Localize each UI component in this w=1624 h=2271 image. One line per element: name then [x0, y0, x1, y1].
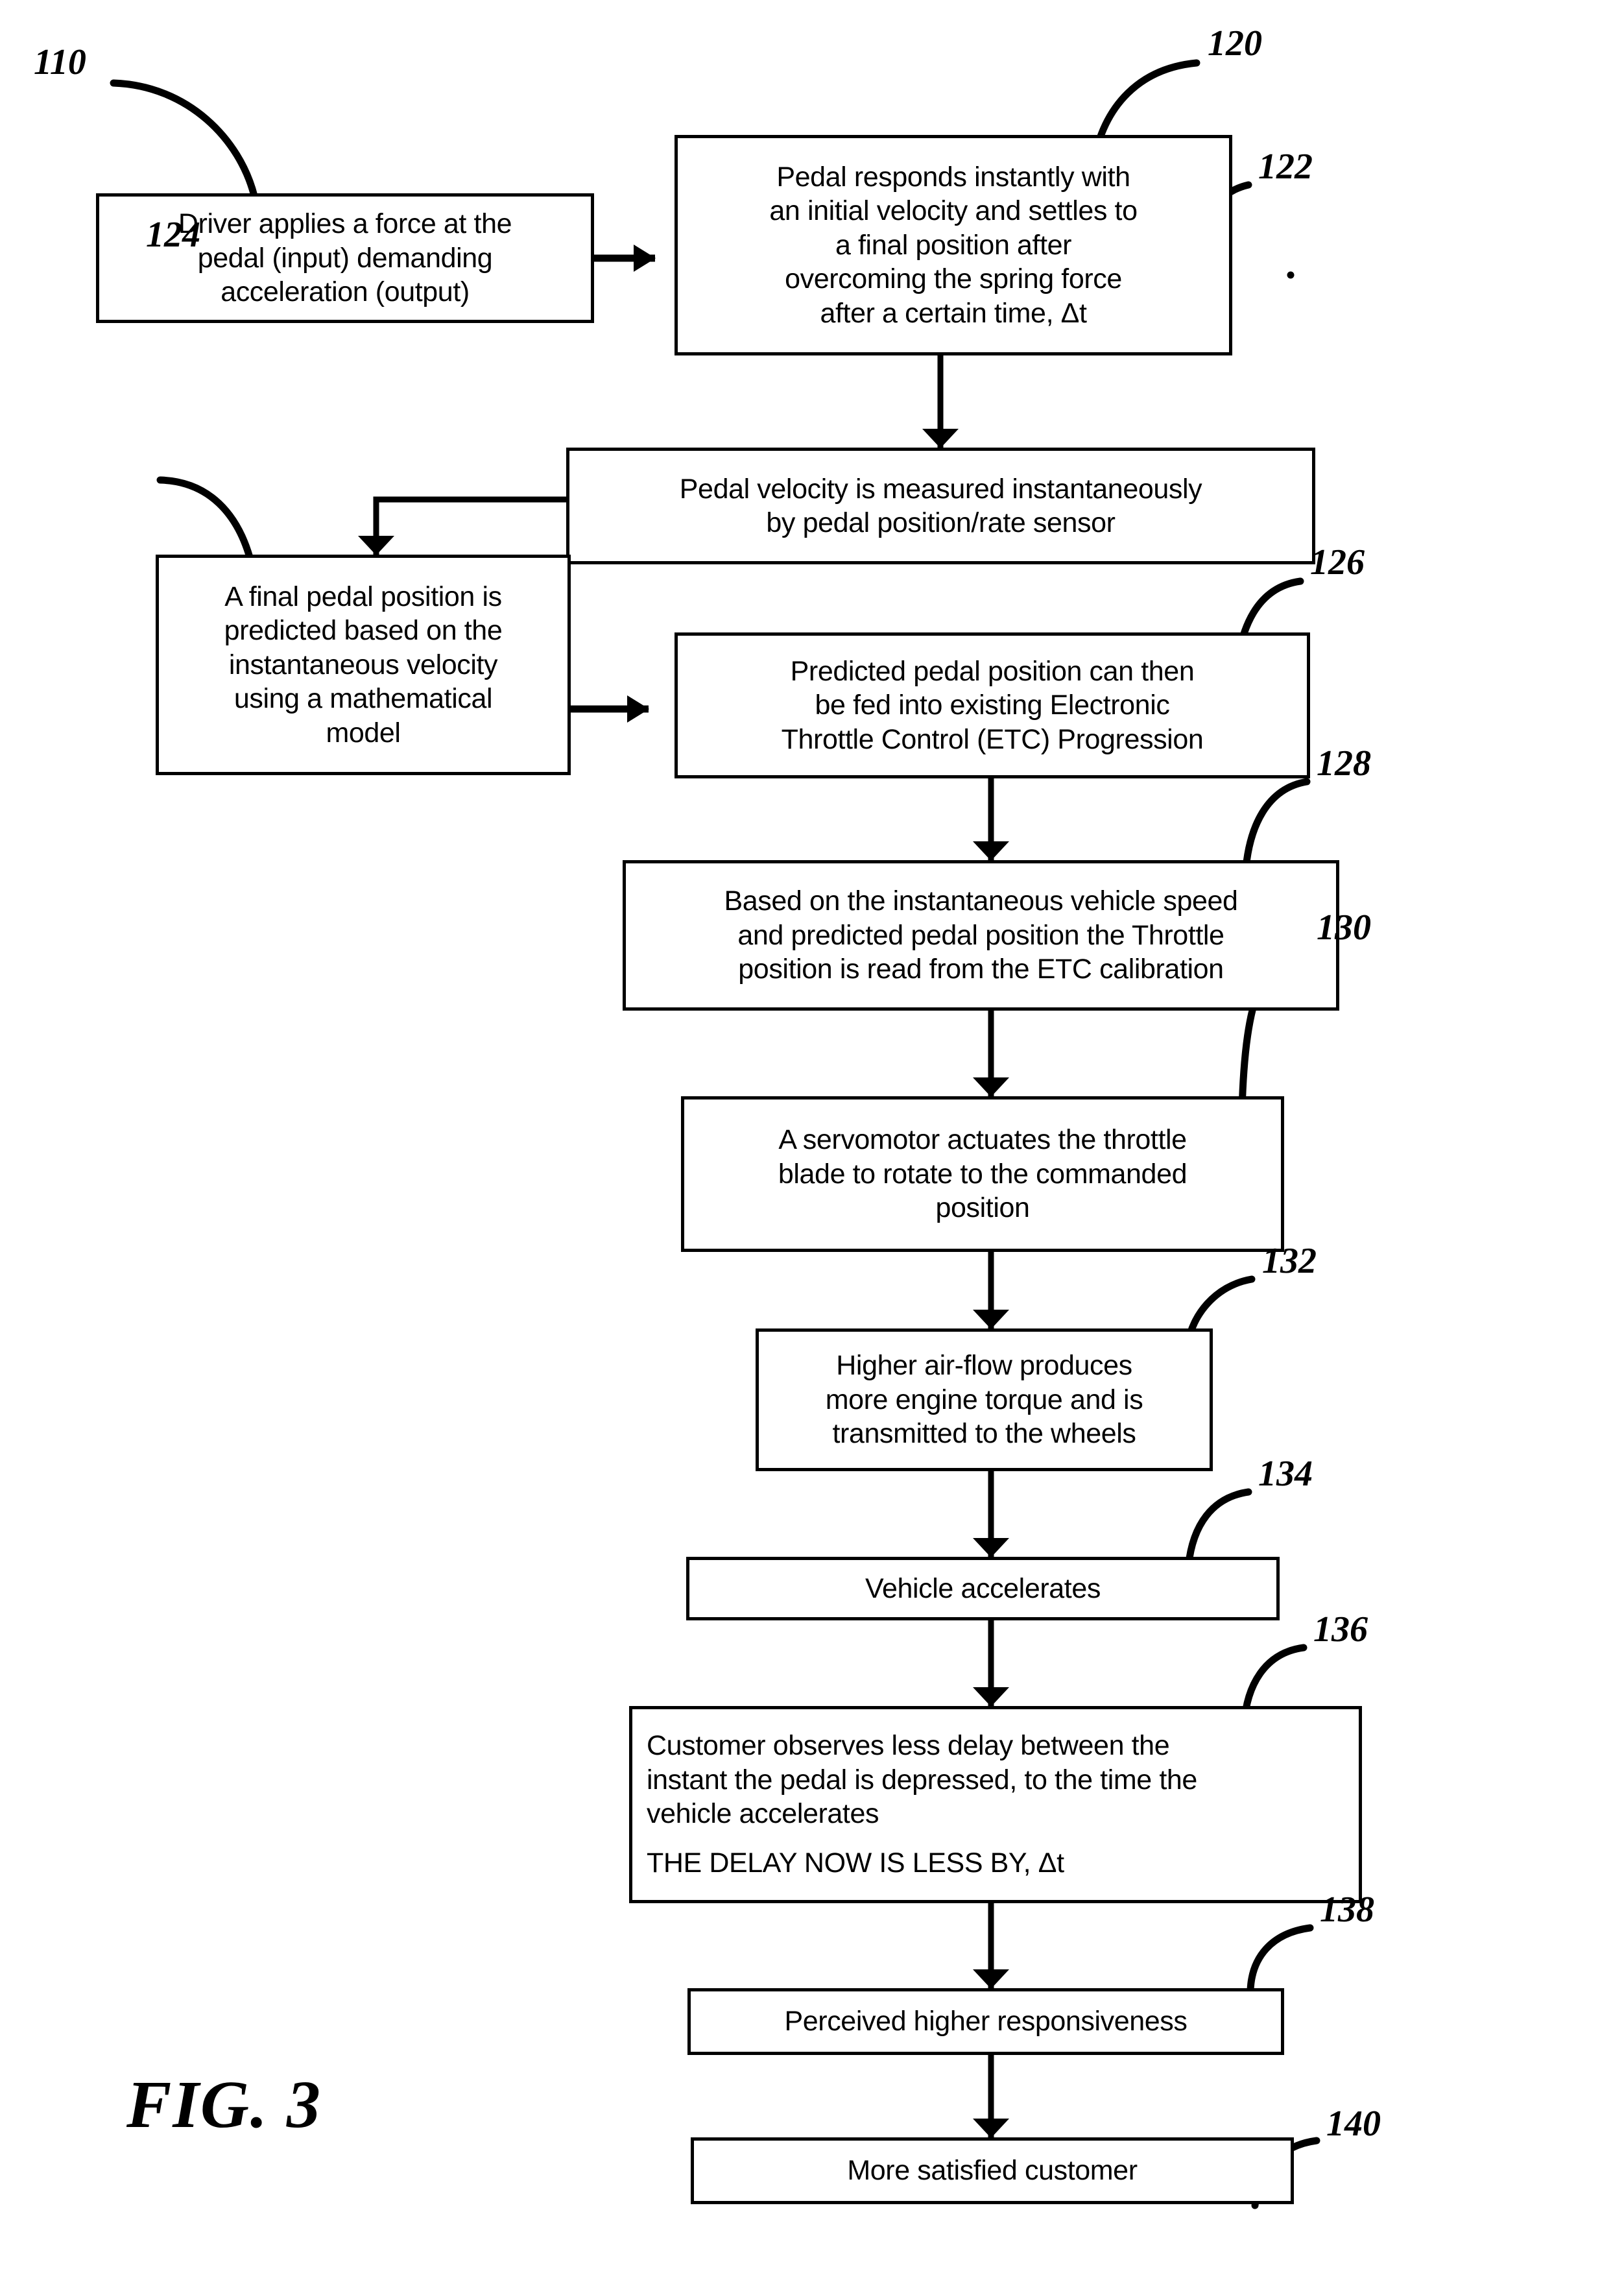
- ref-numeral-122: 122: [1258, 147, 1313, 187]
- ref-numeral-136: 136: [1313, 1609, 1368, 1650]
- flow-node-134[interactable]: Vehicle accelerates: [686, 1557, 1280, 1620]
- flow-node-136-line-1: instant the pedal is depressed, to the t…: [647, 1764, 1197, 1796]
- flow-node-132-line-0: Higher air-flow produces: [836, 1350, 1132, 1382]
- flow-node-136-line-0: Customer observes less delay between the: [647, 1730, 1170, 1762]
- flow-node-140[interactable]: More satisfied customer: [691, 2137, 1294, 2204]
- flow-node-122[interactable]: Pedal velocity is measured instantaneous…: [566, 448, 1315, 564]
- ref-numeral-134: 134: [1258, 1454, 1313, 1494]
- ref-numeral-124: 124: [146, 215, 200, 255]
- flow-node-122-line-1: by pedal position/rate sensor: [766, 507, 1116, 538]
- flow-node-126-line-0: Predicted pedal position can then: [790, 655, 1195, 687]
- flow-node-126-line-1: be fed into existing Electronic: [815, 690, 1170, 721]
- flow-node-126-line-2: Throttle Control (ETC) Progression: [781, 723, 1204, 755]
- flow-node-138[interactable]: Perceived higher responsiveness: [687, 1988, 1284, 2055]
- ref-numeral-120: 120: [1208, 23, 1262, 64]
- flow-node-128-line-0: Based on the instantaneous vehicle speed: [724, 885, 1238, 917]
- leader-line-138: [1247, 1924, 1314, 1994]
- flow-node-136[interactable]: Customer observes less delay between the…: [629, 1706, 1362, 1903]
- flow-node-124-line-4: model: [326, 717, 401, 749]
- flow-node-124-line-1: predicted based on the: [224, 615, 503, 647]
- flow-node-130-line-0: A servomotor actuates the throttle: [778, 1124, 1187, 1156]
- flow-node-130[interactable]: A servomotor actuates the throttle blade…: [681, 1096, 1284, 1252]
- ref-numeral-138: 138: [1320, 1890, 1374, 1930]
- flow-node-128[interactable]: Based on the instantaneous vehicle speed…: [623, 860, 1339, 1011]
- flow-node-128-line-2: position is read from the ETC calibratio…: [738, 954, 1224, 985]
- flow-node-126[interactable]: Predicted pedal position can then be fed…: [675, 632, 1310, 778]
- flow-node-136-line-4: THE DELAY NOW IS LESS BY, Δt: [647, 1847, 1064, 1879]
- flow-node-122-line-0: Pedal velocity is measured instantaneous…: [679, 473, 1202, 505]
- flow-node-110-line-2: acceleration (output): [221, 276, 470, 308]
- flow-node-134-line-0: Vehicle accelerates: [865, 1572, 1101, 1604]
- patent-figure-page: Driver applies a force at the pedal (inp…: [0, 0, 1624, 2271]
- flow-node-124[interactable]: A final pedal position is predicted base…: [156, 555, 571, 775]
- flow-node-120-line-1: an initial velocity and settles to: [769, 195, 1138, 227]
- flow-node-132-line-1: more engine torque and is: [825, 1384, 1143, 1415]
- flow-node-130-line-2: position: [935, 1192, 1030, 1224]
- flow-node-124-line-2: instantaneous velocity: [228, 649, 498, 680]
- flow-arrow-122-to-124: [358, 496, 566, 555]
- flow-node-120-line-4: after a certain time, Δt: [820, 297, 1087, 329]
- flow-node-132-line-2: transmitted to the wheels: [832, 1418, 1136, 1450]
- figure-label: FIG. 3: [126, 2067, 322, 2142]
- flow-node-136-line-2: vehicle accelerates: [647, 1798, 879, 1830]
- ref-numeral-132: 132: [1262, 1241, 1317, 1281]
- ref-numeral-128: 128: [1317, 743, 1371, 784]
- flow-node-120[interactable]: Pedal responds instantly with an initial…: [675, 135, 1232, 355]
- leader-line-110: [110, 79, 258, 200]
- ref-numeral-130: 130: [1317, 907, 1371, 948]
- ref-numeral-140: 140: [1326, 2104, 1381, 2144]
- leader-line-124: [156, 476, 256, 568]
- flow-node-124-line-0: A final pedal position is: [224, 581, 502, 612]
- ref-numeral-126: 126: [1310, 542, 1365, 583]
- flow-node-120-line-0: Pedal responds instantly with: [776, 161, 1130, 193]
- flow-node-124-line-3: using a mathematical: [233, 683, 493, 715]
- flow-node-138-line-0: Perceived higher responsiveness: [784, 2006, 1188, 2037]
- ref-numeral-110: 110: [34, 42, 86, 82]
- flow-node-140-line-0: More satisfied customer: [847, 2155, 1138, 2187]
- flow-node-110-line-0: Driver applies a force at the: [178, 208, 512, 240]
- flow-node-110-line-1: pedal (input) demanding: [197, 242, 493, 274]
- flow-node-120-line-3: overcoming the spring force: [785, 263, 1122, 295]
- flow-node-110[interactable]: Driver applies a force at the pedal (inp…: [96, 193, 594, 323]
- flow-node-132[interactable]: Higher air-flow produces more engine tor…: [756, 1328, 1213, 1471]
- flow-node-120-line-2: a final position after: [835, 229, 1072, 261]
- flow-node-130-line-1: blade to rotate to the commanded: [778, 1158, 1188, 1190]
- flow-node-128-line-1: and predicted pedal position the Throttl…: [737, 919, 1224, 951]
